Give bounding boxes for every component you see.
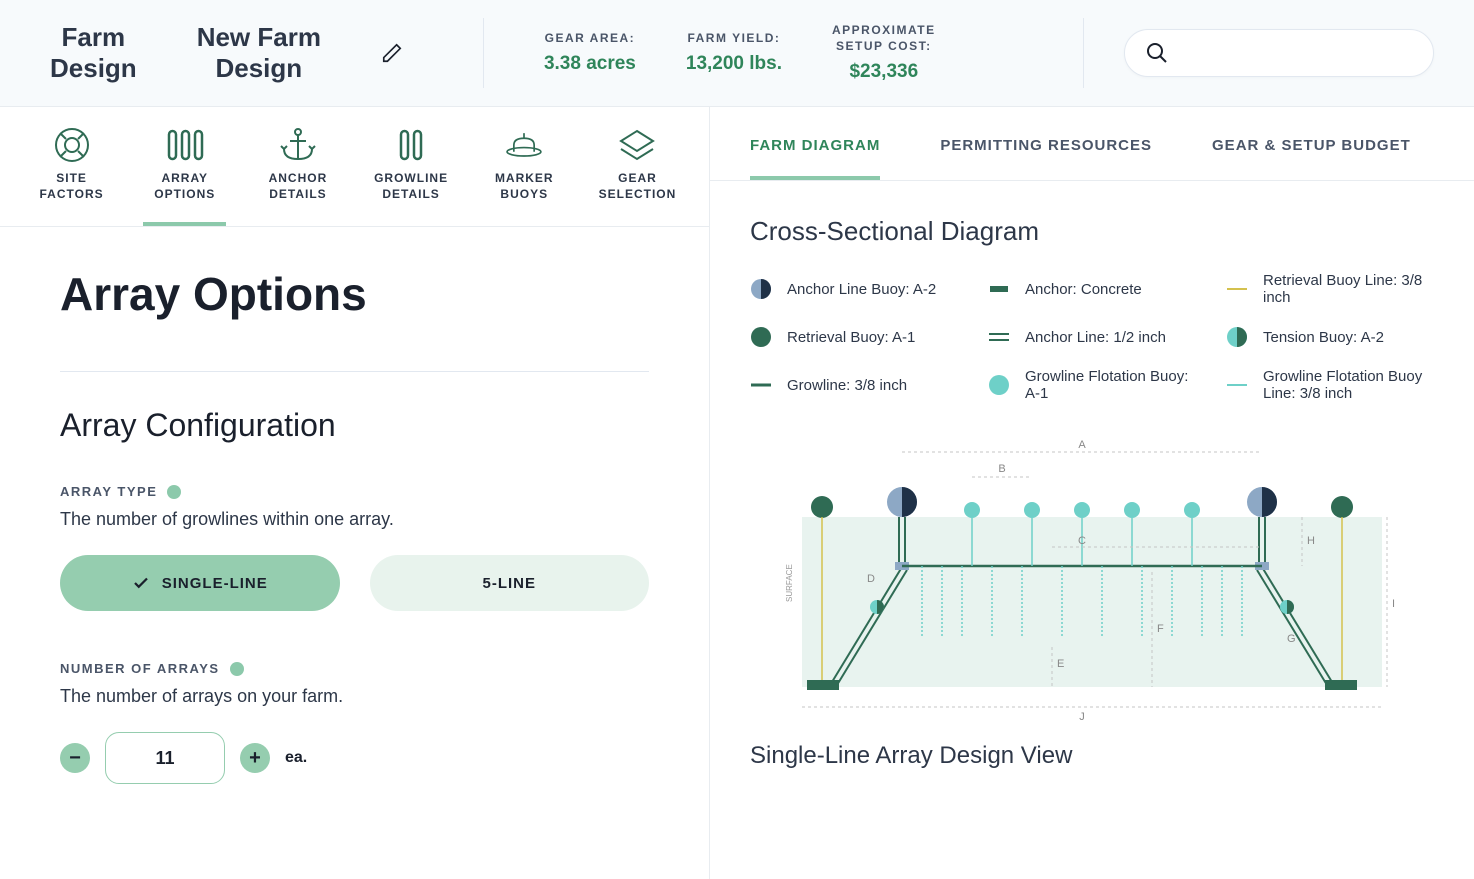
right-content: Cross-Sectional Diagram Anchor Line Buoy…: [710, 181, 1474, 805]
dim-label: A: [1078, 439, 1086, 451]
circle-teal-icon: [988, 374, 1010, 396]
stepper-suffix: ea.: [285, 749, 307, 767]
edit-icon[interactable]: [381, 42, 403, 64]
num-arrays-label: NUMBER OF ARRAYS: [60, 661, 649, 676]
tab-array-options[interactable]: ARRAYOPTIONS: [143, 127, 226, 226]
halfcircle-teal-icon: [1226, 326, 1248, 348]
tab-anchor-details[interactable]: ANCHORDETAILS: [256, 127, 339, 226]
tab-gear-budget[interactable]: GEAR & SETUP BUDGET: [1212, 137, 1411, 180]
tab-growline-details[interactable]: GROWLINEDETAILS: [370, 127, 453, 226]
array-icon: [163, 127, 207, 163]
tab-gear-selection[interactable]: GEARSELECTION: [596, 127, 679, 226]
main-content: SITEFACTORS ARRAYOPTIONS: [0, 107, 1474, 879]
svg-text:D: D: [867, 573, 875, 585]
svg-text:B: B: [998, 463, 1005, 475]
header-right: [1083, 18, 1434, 88]
legend-item: Anchor: Concrete: [988, 272, 1196, 306]
legend-item: Anchor Line Buoy: A-2: [750, 272, 958, 306]
svg-text:C: C: [1078, 535, 1086, 547]
legend-item: Growline: 3/8 inch: [750, 368, 958, 402]
svg-text:SURFACE: SURFACE: [785, 564, 794, 602]
legend-item: Growline Flotation Buoy: A-1: [988, 368, 1196, 402]
svg-text:G: G: [1287, 633, 1296, 645]
growline-icon: [389, 127, 433, 163]
search-input[interactable]: [1124, 29, 1434, 77]
info-dot-icon[interactable]: [167, 485, 181, 499]
design-name: New Farm Design: [197, 22, 321, 84]
diagram-legend: Anchor Line Buoy: A-2 Anchor: Concrete R…: [750, 272, 1434, 402]
bar-darkgreen-icon: [988, 278, 1010, 300]
cross-section-diagram: A B SURFACE: [750, 432, 1434, 722]
stat-farm-yield: FARM YIELD: 13,200 lbs.: [686, 31, 782, 75]
svg-text:H: H: [1307, 535, 1315, 547]
num-arrays-input[interactable]: [105, 732, 225, 784]
app-header: Farm Design New Farm Design GEAR AREA: 3…: [0, 0, 1474, 107]
array-type-label: ARRAY TYPE: [60, 484, 649, 499]
info-dot-icon[interactable]: [230, 662, 244, 676]
divider: [60, 371, 649, 372]
tab-marker-buoys[interactable]: MARKERBUOYS: [483, 127, 566, 226]
tab-farm-diagram[interactable]: FARM DIAGRAM: [750, 137, 880, 180]
anchor-icon: [276, 127, 320, 163]
right-tabs: FARM DIAGRAM PERMITTING RESOURCES GEAR &…: [710, 107, 1474, 181]
header-stats: GEAR AREA: 3.38 acres FARM YIELD: 13,200…: [483, 18, 936, 88]
single-line-button[interactable]: SINGLE-LINE: [60, 555, 340, 611]
num-arrays-stepper: − + ea.: [60, 732, 649, 784]
double-line-icon: [988, 326, 1010, 348]
decrement-button[interactable]: −: [60, 743, 90, 773]
design-name-block: New Farm Design: [197, 22, 403, 84]
tab-permitting[interactable]: PERMITTING RESOURCES: [940, 137, 1152, 180]
sub-diagram-title: Single-Line Array Design View: [750, 742, 1434, 770]
svg-text:J: J: [1079, 711, 1085, 722]
design-nav-tabs: SITEFACTORS ARRAYOPTIONS: [0, 107, 709, 227]
legend-item: Retrieval Buoy Line: 3/8 inch: [1226, 272, 1434, 306]
buoy-icon: [502, 127, 546, 163]
line-yellow-icon: [1226, 278, 1248, 300]
layers-icon: [615, 127, 659, 163]
diagram-title: Cross-Sectional Diagram: [750, 216, 1434, 247]
legend-item: Retrieval Buoy: A-1: [750, 326, 958, 348]
check-icon: [132, 574, 150, 592]
circle-darkgreen-icon: [750, 326, 772, 348]
tab-site-factors[interactable]: SITEFACTORS: [30, 127, 113, 226]
section-title: Array Configuration: [60, 407, 649, 444]
num-arrays-desc: The number of arrays on your farm.: [60, 686, 649, 707]
line-teal-icon: [1226, 374, 1248, 396]
page-title: Array Options: [60, 267, 649, 321]
five-line-button[interactable]: 5-LINE: [370, 555, 650, 611]
svg-text:E: E: [1057, 658, 1064, 670]
stat-setup-cost: APPROXIMATE SETUP COST: $23,336: [832, 23, 936, 82]
header-left: Farm Design New Farm Design: [50, 22, 403, 84]
svg-text:I: I: [1392, 598, 1395, 610]
line-darkgreen-icon: [750, 374, 772, 396]
stat-gear-area: GEAR AREA: 3.38 acres: [544, 31, 636, 75]
left-content: Array Options Array Configuration ARRAY …: [0, 227, 709, 824]
array-type-options: SINGLE-LINE 5-LINE: [60, 555, 649, 611]
legend-item: Tension Buoy: A-2: [1226, 326, 1434, 348]
right-panel: FARM DIAGRAM PERMITTING RESOURCES GEAR &…: [710, 107, 1474, 879]
increment-button[interactable]: +: [240, 743, 270, 773]
halfcircle-blue-icon: [750, 278, 772, 300]
array-type-desc: The number of growlines within one array…: [60, 509, 649, 530]
search-icon: [1145, 41, 1169, 65]
svg-text:F: F: [1157, 623, 1164, 635]
brand-title: Farm Design: [50, 22, 137, 84]
left-panel: SITEFACTORS ARRAYOPTIONS: [0, 107, 710, 879]
legend-item: Anchor Line: 1/2 inch: [988, 326, 1196, 348]
lifebuoy-icon: [50, 127, 94, 163]
legend-item: Growline Flotation Buoy Line: 3/8 inch: [1226, 368, 1434, 402]
